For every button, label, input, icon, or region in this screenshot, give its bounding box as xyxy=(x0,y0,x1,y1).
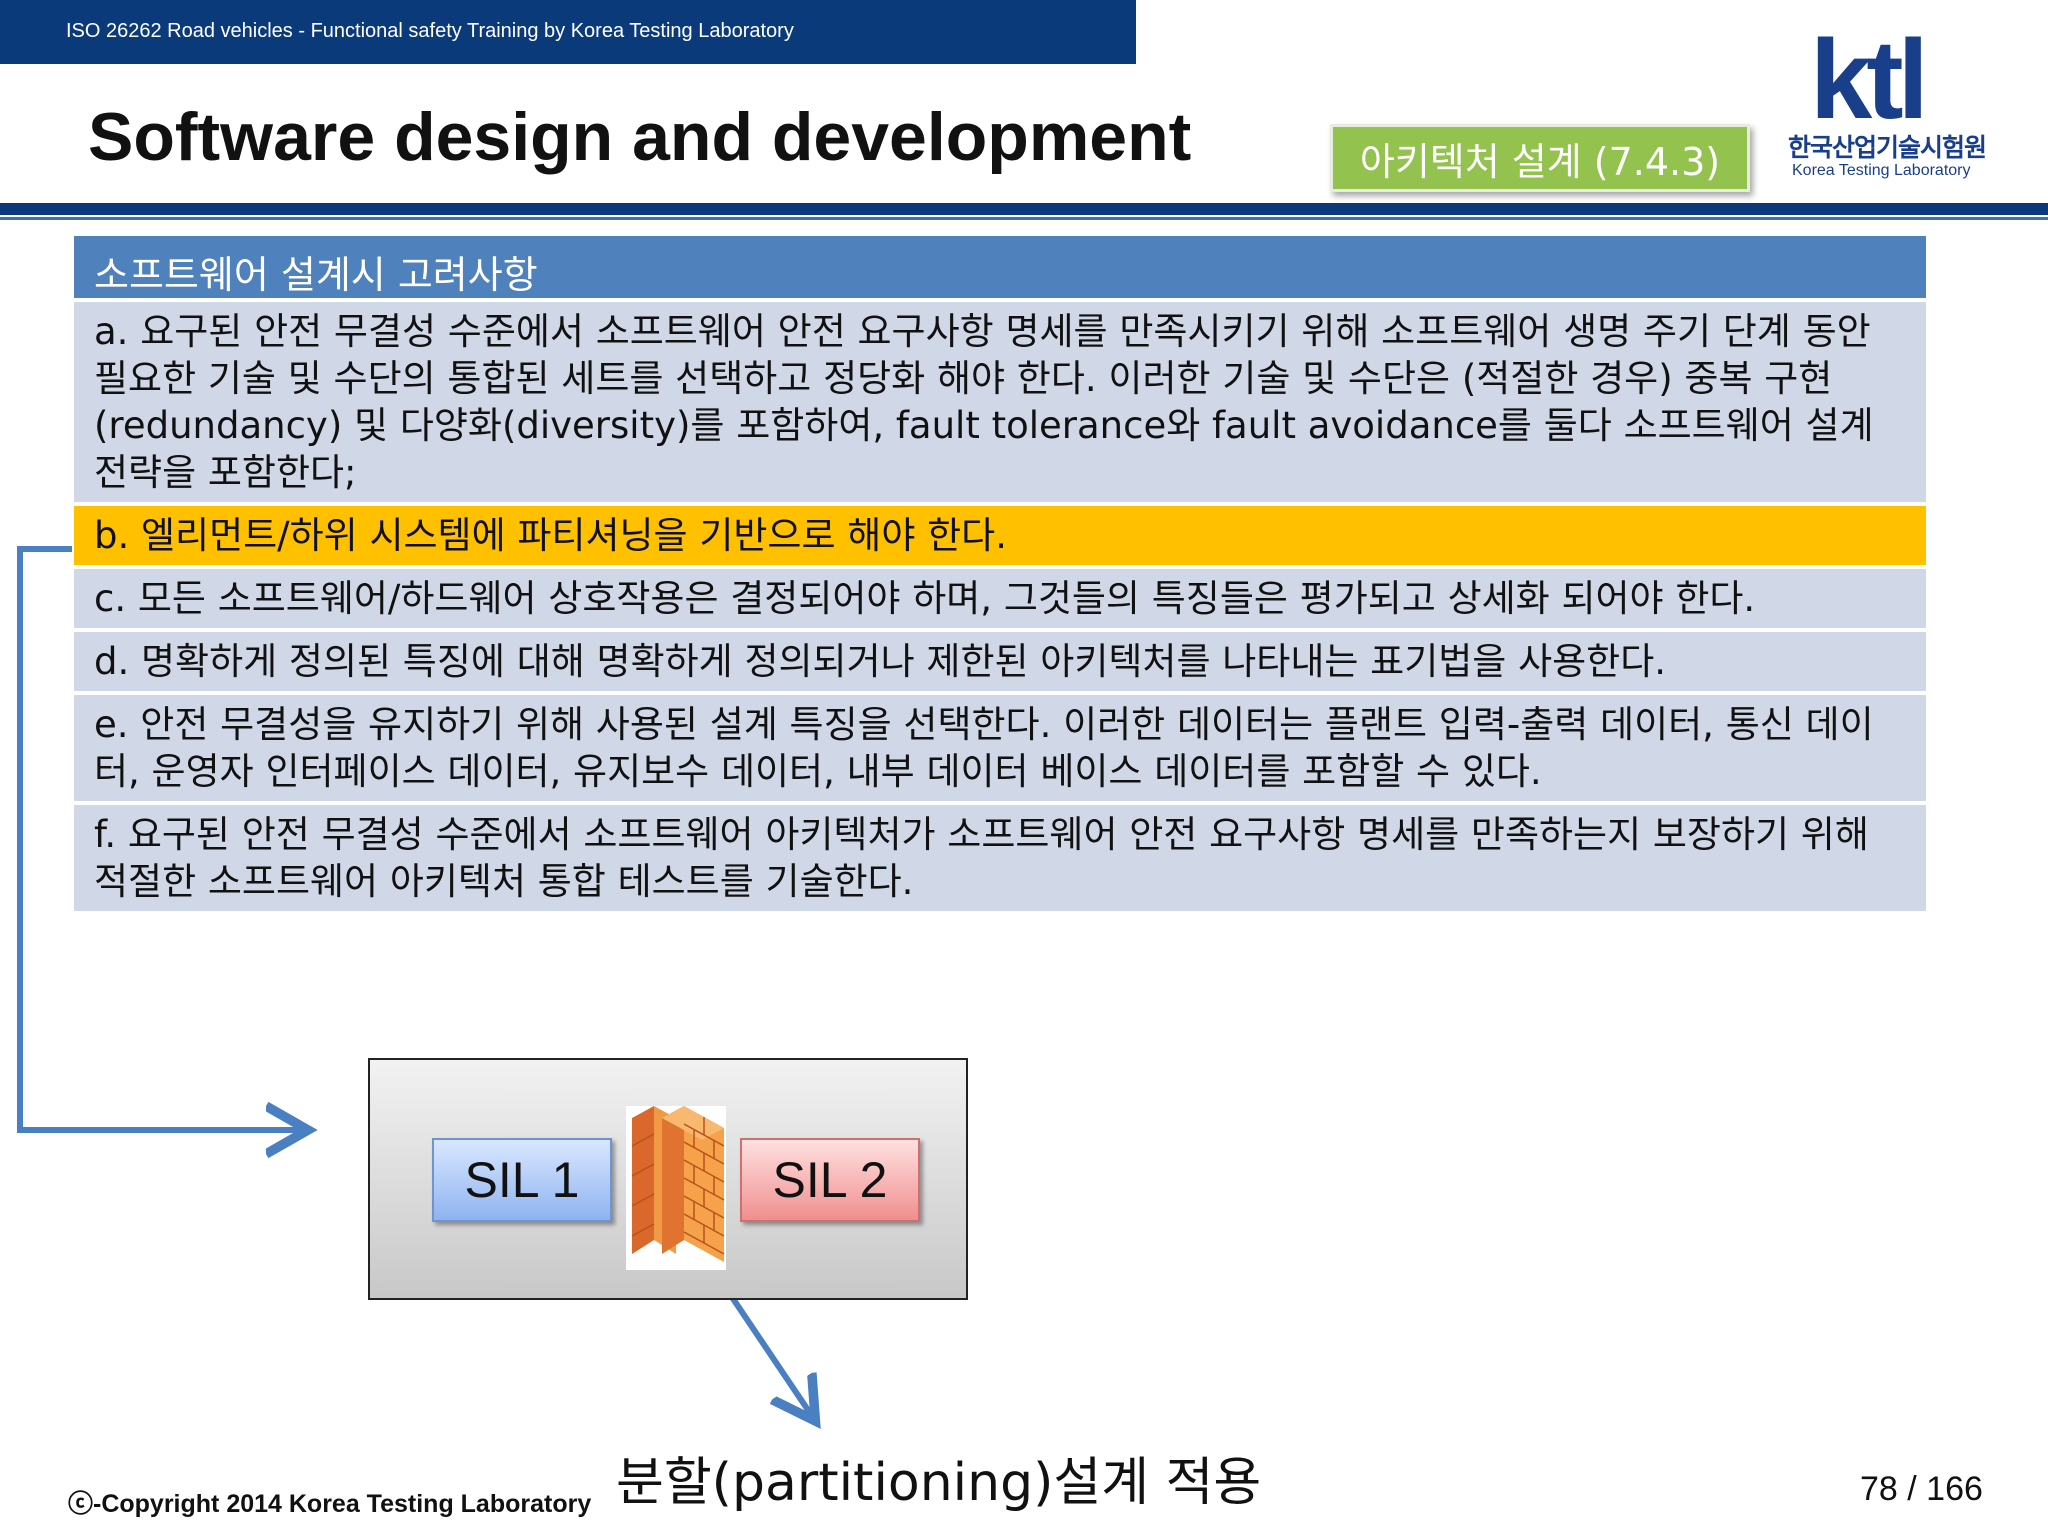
sil1-block: SIL 1 xyxy=(432,1138,612,1222)
diagram-caption: 분할(partitioning)설계 적용 xyxy=(616,1453,1262,1513)
connector-arrows xyxy=(17,546,2048,1536)
copyright: ⓒ-Copyright 2014 Korea Testing Laborator… xyxy=(68,1490,592,1518)
page-number: 78 / 166 xyxy=(1860,1470,1983,1508)
sil2-block: SIL 2 xyxy=(740,1138,920,1222)
bracket-arrow xyxy=(17,546,302,1130)
firewall-icon xyxy=(626,1106,726,1270)
